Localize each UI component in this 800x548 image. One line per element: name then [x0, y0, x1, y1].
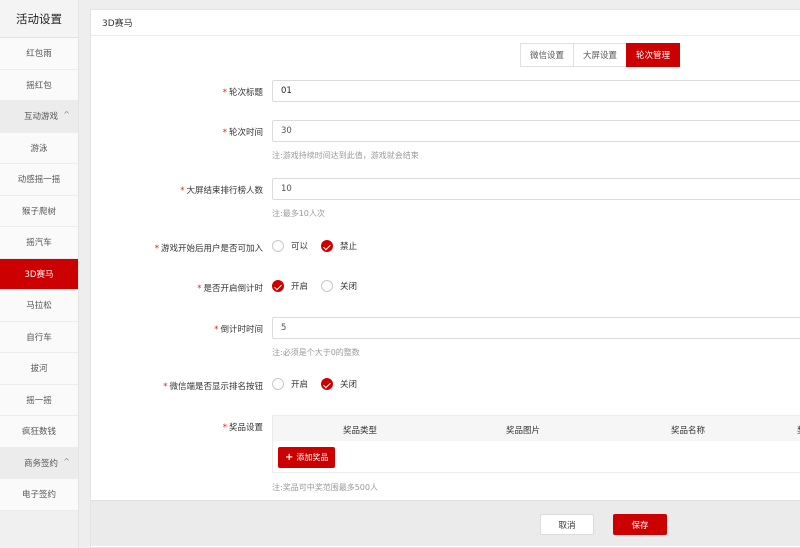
radio-label: 开启 [291, 282, 309, 292]
sidebar-item-swimming[interactable]: 游泳 [0, 132, 78, 164]
required-mark: * [163, 382, 168, 392]
prize-settings-label: * 奖品设置 [222, 423, 263, 433]
join-after-start-label: * 游戏开始后用户是否可加入 [154, 244, 263, 254]
main-panel: 3D赛马 微信设置 大屏设置 轮次管理 * 轮次标题 01 * 轮次时间 30 注:… [90, 9, 800, 548]
sidebar-item-label: 拔河 [30, 364, 48, 375]
countdown-time-input[interactable]: 5 [272, 317, 800, 339]
tab-round-management[interactable]: 轮次管理 [626, 43, 681, 67]
sidebar-item-label: 游泳 [30, 143, 48, 154]
plus-icon: + [285, 452, 294, 463]
round-time-input[interactable]: 30 [272, 120, 800, 142]
sidebar-item-label: 电子签约 [21, 490, 56, 501]
save-button[interactable]: 保存 [613, 514, 667, 535]
show-rank-button-label: * 微信端是否显示排名按钮 [163, 382, 263, 392]
tab-screen-settings[interactable]: 大屏设置 [573, 43, 628, 67]
sidebar-item-shake-car[interactable]: 摇汽车 [0, 227, 78, 259]
required-mark: * [154, 244, 159, 254]
page-title: 3D赛马 [91, 10, 800, 36]
radio-label: 可以 [291, 242, 309, 252]
radio-on[interactable] [272, 378, 284, 390]
sidebar-item-label: 动感摇一摇 [17, 175, 61, 186]
add-prize-label: 添加奖品 [296, 453, 329, 462]
sidebar-item-label: 疯狂数钱 [21, 427, 56, 438]
sidebar-item-label: 马拉松 [26, 301, 52, 312]
cancel-button[interactable]: 取消 [540, 514, 594, 535]
tab-wechat-settings[interactable]: 微信设置 [520, 43, 575, 67]
form-footer: 取消 保存 [91, 500, 800, 546]
radio-forbid[interactable] [321, 240, 334, 252]
sidebar-item-label: 3D赛马 [24, 269, 54, 280]
chevron-up-icon: ^ [63, 456, 70, 466]
sidebar-item-label: 自行车 [26, 332, 52, 343]
sidebar-item-tug-of-war[interactable]: 拔河 [0, 353, 78, 385]
rank-count-note: 注:最多10人次 [272, 209, 325, 218]
required-mark: * [222, 128, 227, 138]
required-mark: * [214, 325, 219, 335]
column-header: 奖品类型 [343, 426, 378, 436]
radio-off[interactable] [321, 378, 334, 390]
sidebar-item-dynamic-shake[interactable]: 动感摇一摇 [0, 164, 78, 196]
sidebar-item-label: 摇红包 [26, 80, 52, 91]
prize-table-header: 奖品类型 奖品图片 奖品名称 奖 [273, 416, 800, 441]
sidebar-item-label: 猴子爬树 [21, 206, 56, 217]
join-after-start-radio-group: 可以 禁止 [272, 240, 370, 252]
sidebar-item-marathon[interactable]: 马拉松 [0, 290, 78, 322]
round-time-note: 注:游戏持续时间达到此值，游戏就会结束 [272, 151, 419, 160]
sidebar-title: 活动设置 [0, 0, 78, 38]
column-header: 奖品名称 [671, 426, 706, 436]
sidebar-group-label: 商务签约 [24, 458, 59, 469]
radio-label: 关闭 [340, 282, 358, 292]
sidebar-item-red-packet-rain[interactable]: 红包雨 [0, 38, 78, 70]
countdown-enabled-label: * 是否开启倒计时 [197, 284, 263, 294]
chevron-up-icon: ^ [63, 110, 70, 119]
countdown-time-note: 注:必须是个大于0的整数 [272, 348, 360, 357]
radio-off[interactable] [321, 280, 334, 292]
tab-bar: 微信设置 大屏设置 轮次管理 [520, 43, 681, 67]
round-title-input[interactable]: 01 [272, 80, 800, 102]
sidebar-item-crazy-money-count[interactable]: 疯狂数钱 [0, 416, 78, 448]
sidebar-group-label: 互动游戏 [24, 112, 59, 123]
countdown-time-label: * 倒计时时间 [214, 325, 263, 335]
sidebar-item-monkey-climb[interactable]: 猴子爬树 [0, 195, 78, 227]
prize-note: 注:奖品可中奖范围最多500人 [272, 483, 378, 492]
add-prize-button[interactable]: + 添加奖品 [278, 447, 336, 468]
sidebar-item-label: 红包雨 [26, 49, 52, 60]
required-mark: * [197, 284, 202, 294]
prize-table: 奖品类型 奖品图片 奖品名称 奖 + 添加奖品 [272, 415, 800, 473]
sidebar-item-shake-red-packet[interactable]: 摇红包 [0, 69, 78, 101]
sidebar-item-label: 摇汽车 [26, 238, 52, 249]
radio-allow[interactable] [272, 240, 284, 252]
sidebar-item-shake[interactable]: 摇一摇 [0, 384, 78, 416]
sidebar-group-interactive-games[interactable]: 互动游戏 ^ [0, 101, 78, 133]
radio-label: 禁止 [340, 242, 358, 252]
rank-count-input[interactable]: 10 [272, 178, 800, 200]
sidebar-item-e-signing[interactable]: 电子签约 [0, 479, 78, 511]
sidebar-group-business-signing[interactable]: 商务签约 ^ [0, 447, 78, 479]
sidebar-item-label: 摇一摇 [26, 395, 52, 406]
round-title-label: * 轮次标题 [222, 88, 263, 98]
required-mark: * [180, 186, 185, 196]
radio-on[interactable] [272, 280, 284, 292]
radio-label: 关闭 [340, 380, 358, 390]
required-mark: * [222, 423, 227, 433]
rank-count-label: * 大屏结束排行榜人数 [180, 186, 263, 196]
round-time-label: * 轮次时间 [222, 128, 263, 138]
sidebar-item-3d-horse-race[interactable]: 3D赛马 [0, 258, 78, 290]
sidebar: 活动设置 红包雨 摇红包 互动游戏 ^ 游泳 动感摇一摇 猴子爬树 摇汽车 3D赛… [0, 0, 79, 548]
show-rank-button-radio-group: 开启 关闭 [272, 378, 370, 390]
required-mark: * [222, 88, 227, 98]
sidebar-item-bicycle[interactable]: 自行车 [0, 321, 78, 353]
radio-label: 开启 [291, 380, 309, 390]
countdown-enabled-radio-group: 开启 关闭 [272, 280, 370, 292]
column-header: 奖品图片 [506, 426, 541, 436]
